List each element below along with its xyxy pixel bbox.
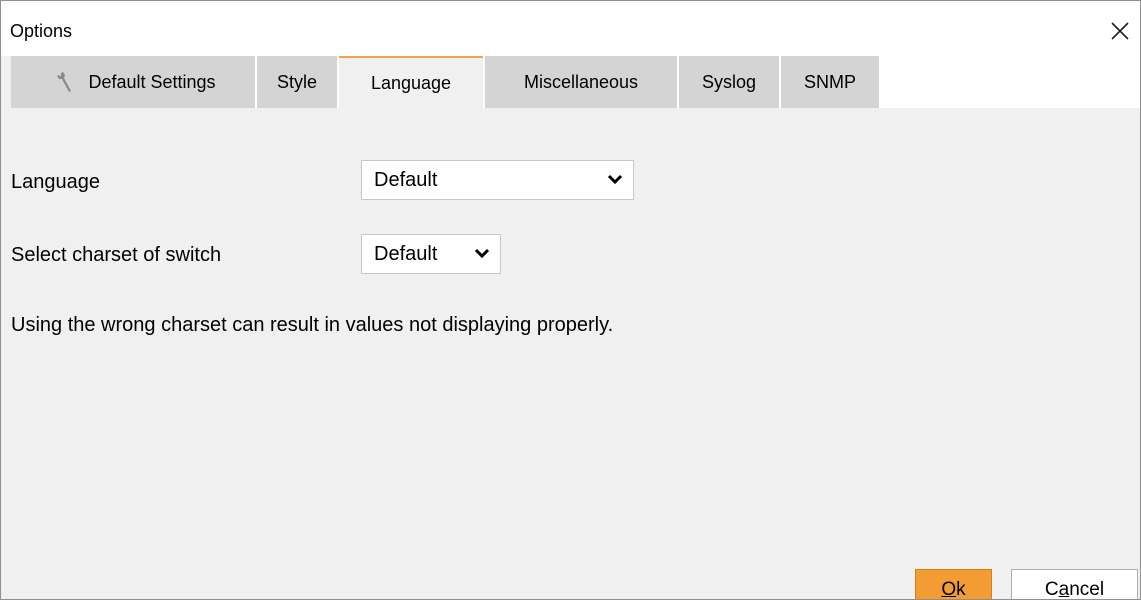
ok-label-rest: k: [956, 579, 966, 600]
tab-strip: Default Settings Style Language Miscella…: [11, 56, 1140, 108]
tab-label: SNMP: [803, 71, 856, 92]
tab-language[interactable]: Language: [339, 56, 483, 108]
tab-syslog[interactable]: Syslog: [679, 56, 779, 108]
cancel-mnemonic: a: [1058, 579, 1070, 600]
tab-default-settings[interactable]: Default Settings: [11, 56, 255, 108]
language-label: Language: [11, 171, 100, 193]
charset-select[interactable]: Default: [361, 234, 501, 274]
tab-label: Miscellaneous: [523, 71, 639, 92]
tab-label: Language: [370, 72, 452, 93]
ok-mnemonic: O: [941, 579, 957, 600]
chevron-down-icon: [607, 173, 623, 185]
title-bar: Options: [1, 1, 1140, 56]
tab-style[interactable]: Style: [257, 56, 337, 108]
language-select-value: Default: [374, 168, 438, 191]
close-icon: [1111, 22, 1129, 40]
window-title: Options: [10, 21, 73, 41]
chevron-down-icon: [474, 247, 490, 259]
tab-miscellaneous[interactable]: Miscellaneous: [485, 56, 677, 108]
cancel-label-start: C: [1044, 579, 1059, 600]
language-tab-panel: Language Default Select charset of switc…: [1, 108, 1140, 599]
charset-label: Select charset of switch: [11, 244, 222, 266]
options-dialog: Options Default Settings Style Language …: [0, 0, 1141, 600]
tab-label: Default Settings: [88, 71, 216, 92]
language-select[interactable]: Default: [361, 160, 634, 200]
cancel-label-rest: ncel: [1069, 579, 1105, 600]
charset-select-value: Default: [374, 242, 438, 265]
wrench-icon: [56, 70, 76, 94]
ok-button[interactable]: Ok: [915, 569, 992, 600]
tab-label: Style: [276, 71, 318, 92]
charset-warning-text: Using the wrong charset can result in va…: [11, 314, 614, 336]
close-button[interactable]: [1100, 13, 1140, 49]
cancel-button[interactable]: Ca ncel: [1011, 569, 1138, 600]
tab-snmp[interactable]: SNMP: [781, 56, 879, 108]
tab-label: Syslog: [701, 71, 757, 92]
